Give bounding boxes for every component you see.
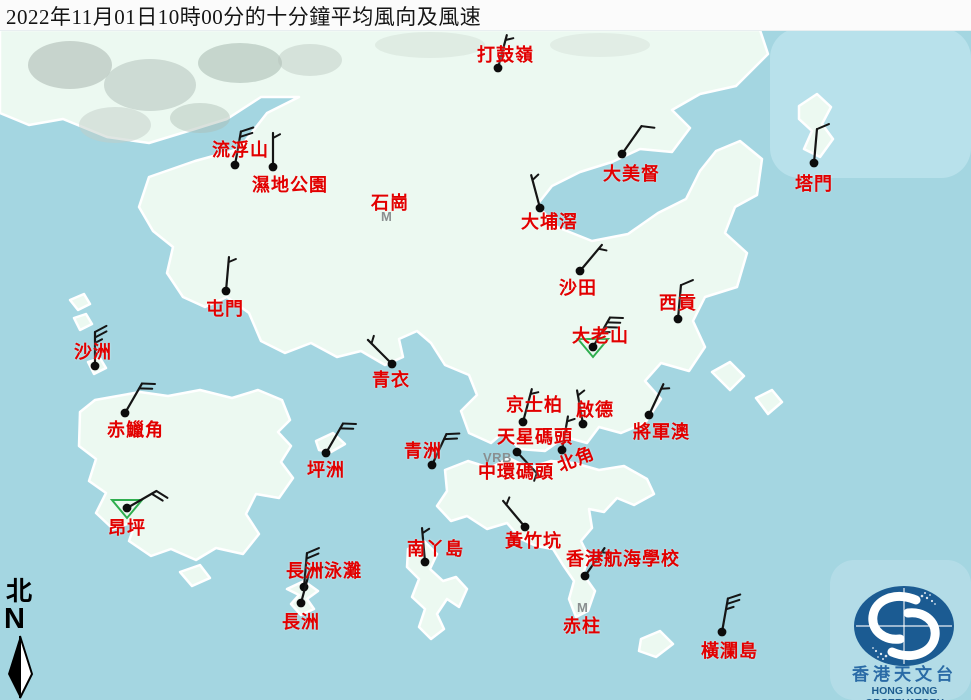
station-dot [579, 420, 588, 429]
station-tseung-kwan-o [645, 384, 670, 419]
north-label-zh: 北 [6, 578, 32, 606]
station-lamma-island [421, 528, 430, 566]
station-dot [121, 409, 130, 418]
hko-logo-text-en: HONG KONG OBSERVATORY [836, 685, 971, 700]
station-sha-chau [91, 326, 107, 371]
hko-logo-icon [838, 582, 971, 666]
station-peng-chau [322, 424, 356, 458]
station-dot [513, 448, 522, 457]
station-north-point [558, 417, 575, 455]
station-dot [322, 449, 331, 458]
station-dot [421, 558, 430, 567]
station-dot [494, 64, 503, 73]
station-tap-mun [810, 124, 829, 167]
stations-layer [0, 0, 971, 700]
wind-map-app: 打鼓嶺流浮山濕地公園石崗M大埔滘沙田大美督塔門屯門沙洲西貢大老山青衣赤鱲角坪洲青… [0, 0, 971, 700]
station-hk-sea-school [581, 548, 610, 580]
station-kings-park [519, 389, 539, 426]
station-chek-lap-kok [121, 384, 155, 418]
hko-logo: 香港天文台 HONG KONG OBSERVATORY [838, 582, 971, 700]
station-dot [519, 418, 528, 427]
station-dot [645, 411, 654, 420]
station-tai-po-kau [531, 175, 544, 213]
station-dot [718, 628, 727, 637]
north-label-en: N [4, 604, 25, 634]
station-dot [123, 504, 132, 513]
station-star-ferry-pier [513, 448, 541, 481]
station-dot [388, 360, 397, 369]
station-sai-kung [674, 280, 693, 323]
station-kai-tak [577, 391, 587, 429]
station-dot [428, 461, 437, 470]
station-ngong-ping [112, 491, 167, 518]
station-dot [231, 161, 240, 170]
station-dot [581, 572, 590, 581]
station-dot [589, 343, 598, 352]
station-dot [810, 159, 819, 168]
station-wetland-park [269, 133, 280, 171]
north-compass: 北 N [2, 578, 42, 700]
station-dot [618, 150, 627, 159]
station-dot [297, 599, 306, 608]
station-wong-chuk-hang [503, 497, 529, 531]
station-dot [521, 523, 530, 532]
station-waglan-island [718, 594, 741, 636]
station-tai-mei-tuk [618, 126, 655, 158]
station-lau-fau-shan [231, 127, 254, 169]
map-title: 2022年11月01日10時00分的十分鐘平均風向及風速 [6, 1, 481, 31]
north-arrow-icon [2, 634, 42, 700]
station-dot [674, 315, 683, 324]
station-dot [222, 287, 231, 296]
station-sha-tin [576, 245, 607, 275]
station-green-island [428, 434, 460, 470]
station-dot [576, 267, 585, 276]
station-tsing-yi [368, 336, 396, 369]
hko-logo-text-zh: 香港天文台 [838, 666, 971, 684]
station-tuen-mun [222, 257, 236, 295]
station-ta-kwu-ling [494, 35, 514, 72]
station-dot [536, 204, 545, 213]
station-dot [269, 163, 278, 172]
station-dot [91, 362, 100, 371]
titlebar: 2022年11月01日10時00分的十分鐘平均風向及風速 [0, 0, 971, 31]
station-dot [558, 446, 567, 455]
station-tates-cairn [578, 318, 623, 357]
